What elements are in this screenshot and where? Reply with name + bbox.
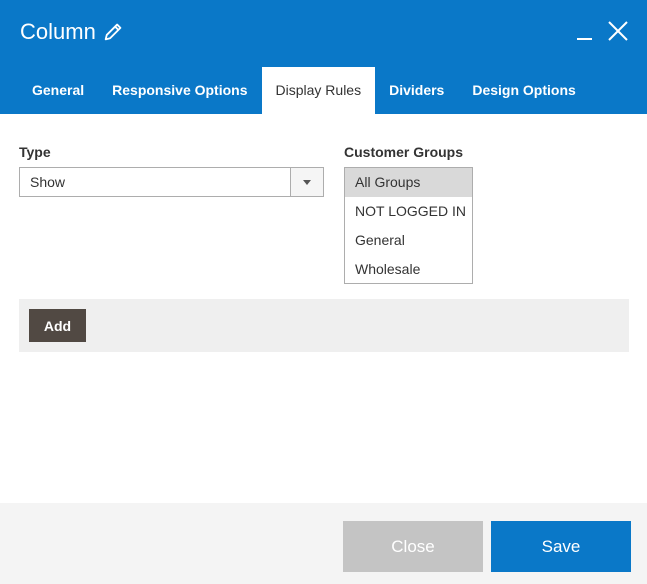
- tab-dividers[interactable]: Dividers: [375, 67, 458, 114]
- customer-groups-label: Customer Groups: [344, 144, 464, 160]
- group-option-not-logged-in[interactable]: NOT LOGGED IN: [345, 197, 472, 226]
- dropdown-button[interactable]: [290, 168, 323, 196]
- group-option-wholesale[interactable]: Wholesale: [345, 255, 472, 284]
- add-button[interactable]: Add: [29, 309, 86, 342]
- modal-header: Column General Responsive Options Displa…: [0, 0, 647, 114]
- customer-groups-listbox[interactable]: All Groups NOT LOGGED IN General Wholesa…: [344, 167, 473, 284]
- chevron-down-icon: [303, 179, 311, 185]
- modal-footer: Close Save: [0, 503, 647, 584]
- type-select[interactable]: Show: [19, 167, 324, 197]
- tab-bar: General Responsive Options Display Rules…: [18, 67, 590, 114]
- title-text: Column: [20, 19, 96, 44]
- window-controls: [577, 20, 629, 42]
- tab-responsive-options[interactable]: Responsive Options: [98, 67, 261, 114]
- group-option-general[interactable]: General: [345, 226, 472, 255]
- tab-display-rules[interactable]: Display Rules: [261, 67, 376, 114]
- type-label: Type: [19, 144, 51, 160]
- minimize-icon[interactable]: [577, 20, 593, 42]
- tab-design-options[interactable]: Design Options: [458, 67, 589, 114]
- pencil-icon[interactable]: [102, 21, 124, 43]
- save-button[interactable]: Save: [491, 521, 631, 572]
- close-button[interactable]: Close: [343, 521, 483, 572]
- close-icon[interactable]: [607, 20, 629, 42]
- tab-general[interactable]: General: [18, 67, 98, 114]
- modal-title: Column: [20, 19, 124, 45]
- type-select-value: Show: [30, 174, 66, 190]
- add-rule-bar: Add: [19, 299, 629, 352]
- group-option-all-groups[interactable]: All Groups: [345, 168, 472, 197]
